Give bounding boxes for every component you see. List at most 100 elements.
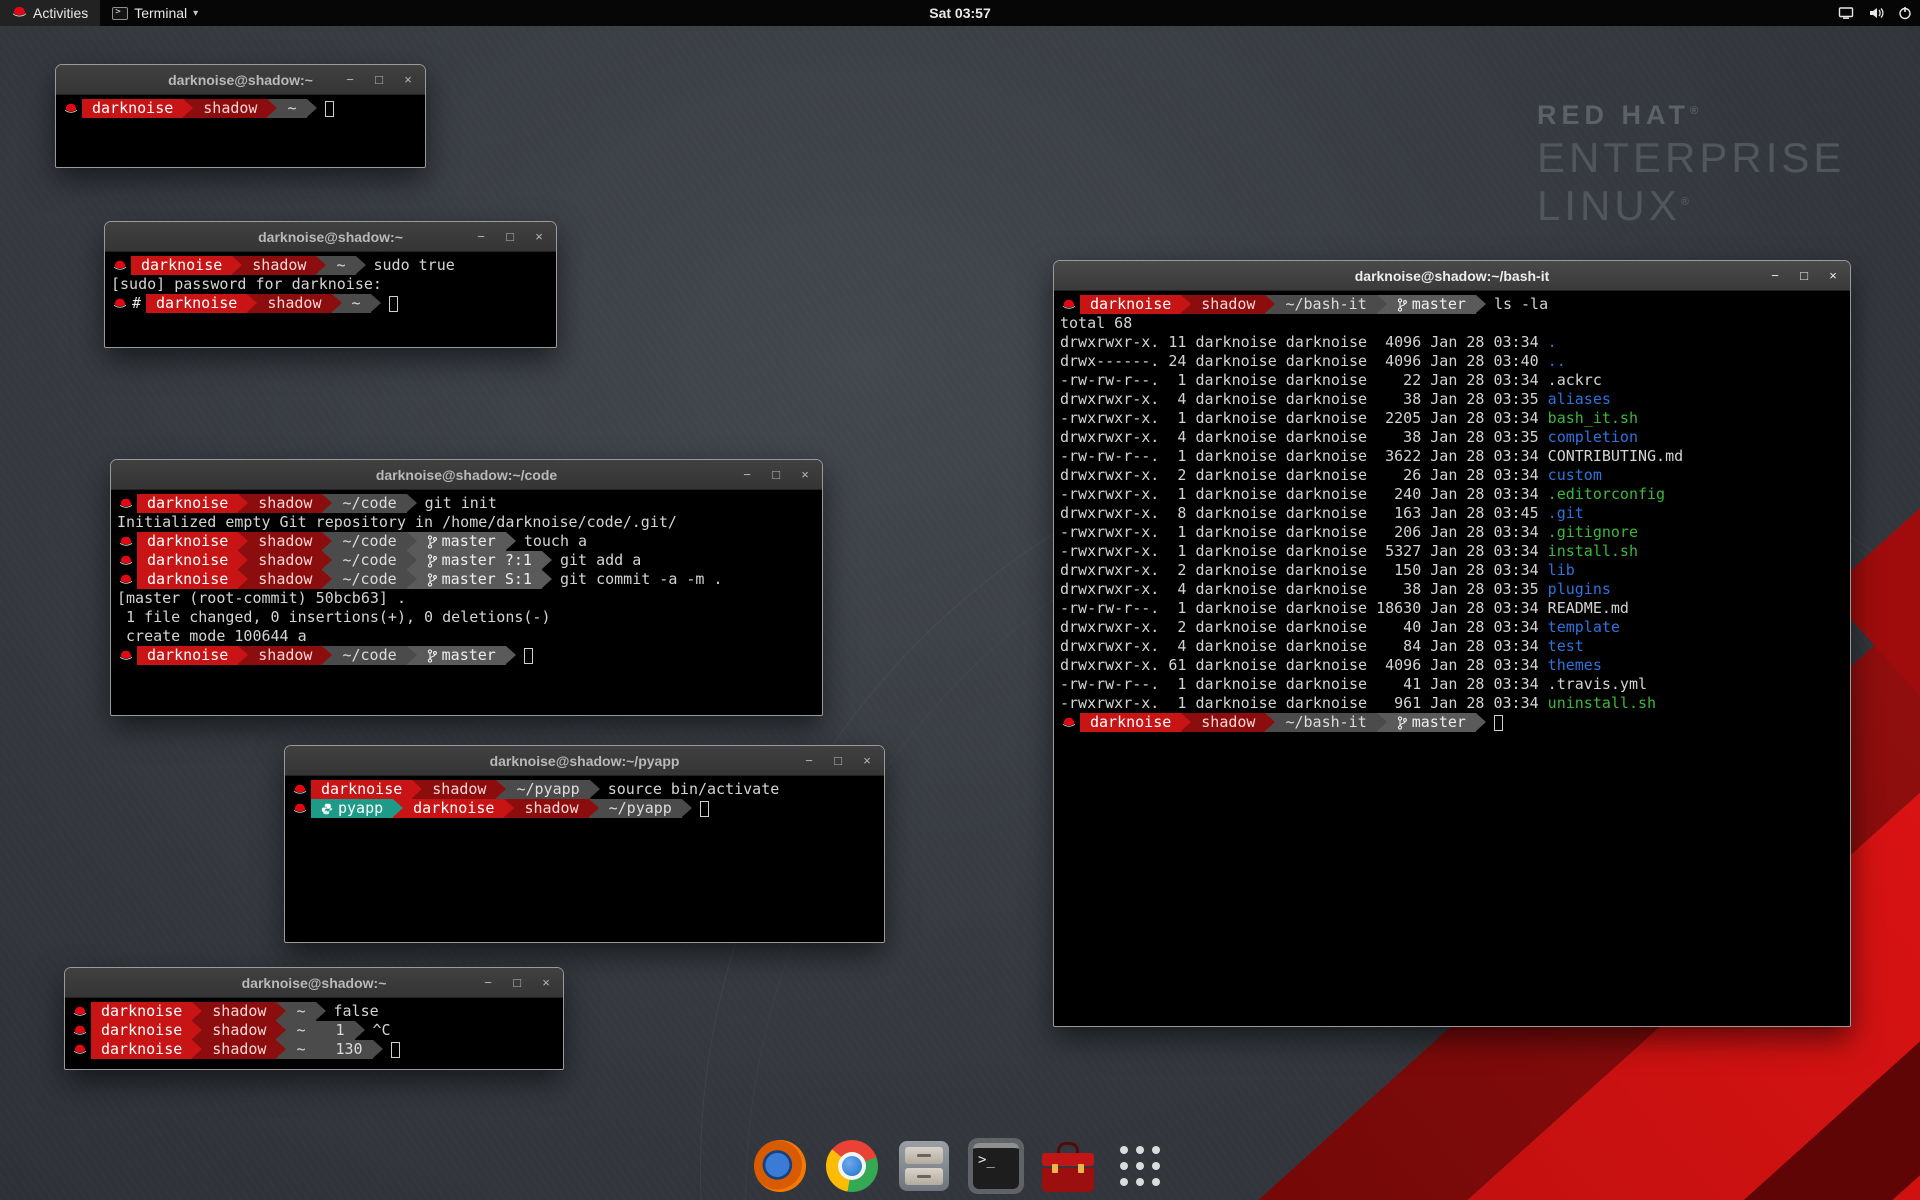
dock-chrome[interactable]	[824, 1138, 880, 1194]
minimize-button[interactable]: −	[1768, 268, 1782, 283]
redhat-prompt-icon	[1060, 299, 1077, 310]
titlebar[interactable]: darknoise@shadow:~/code−□×	[111, 460, 822, 490]
terminal-body[interactable]: darknoiseshadow~sudo true[sudo] password…	[105, 252, 556, 347]
minimize-button[interactable]: −	[343, 72, 357, 87]
prompt-segment-path: ~	[326, 256, 355, 275]
powerline-separator	[316, 1040, 326, 1059]
close-button[interactable]: ×	[401, 72, 415, 87]
dock-files[interactable]	[896, 1138, 952, 1194]
file-name: uninstall.sh	[1548, 694, 1656, 712]
powerline-separator	[247, 294, 257, 313]
titlebar[interactable]: darknoise@shadow:~/bash-it −□ ×	[1054, 261, 1850, 291]
powerline-separator	[407, 570, 417, 589]
terminal-body[interactable]: darknoiseshadow~/codegit initInitialized…	[111, 490, 822, 715]
output-line: -rwxrwxr-x. 1 darknoise darknoise 2205 J…	[1060, 409, 1844, 428]
powerline-separator	[192, 1002, 202, 1021]
file-name: custom	[1548, 466, 1602, 484]
prompt-segment-user: darknoise	[146, 294, 247, 313]
minimize-button[interactable]: −	[474, 229, 488, 244]
power-icon[interactable]	[1898, 6, 1912, 20]
dock-firefox[interactable]	[752, 1138, 808, 1194]
prompt-segment-host: shadow	[422, 780, 496, 799]
titlebar[interactable]: darknoise@shadow:~−□×	[65, 968, 563, 998]
minimize-button[interactable]: −	[481, 975, 495, 990]
prompt-segment-path: ~	[342, 294, 371, 313]
terminal-app-icon	[112, 7, 128, 20]
volume-icon[interactable]	[1868, 6, 1884, 20]
dock-app-grid[interactable]	[1112, 1138, 1168, 1194]
minimize-button[interactable]: −	[802, 753, 816, 768]
powerline-separator	[407, 532, 417, 551]
prompt-segment-git: master S:1	[417, 570, 542, 589]
output-line: -rw-rw-r--. 1 darknoise darknoise 22 Jan…	[1060, 371, 1844, 390]
prompt-line: darknoiseshadow~/codegit init	[117, 494, 816, 513]
titlebar[interactable]: darknoise@shadow:~/pyapp−□×	[285, 746, 884, 776]
prompt-line: darknoiseshadow~/codemaster S:1git commi…	[117, 570, 816, 589]
close-button[interactable]: ×	[860, 753, 874, 768]
powerline-separator	[238, 551, 248, 570]
window-title: darknoise@shadow:~/bash-it	[1355, 268, 1550, 284]
terminal-cursor	[524, 648, 533, 664]
command-text: false	[334, 1002, 379, 1021]
powerline-separator	[238, 494, 248, 513]
toolbox-icon	[1041, 1140, 1095, 1192]
terminal-body[interactable]: darknoiseshadow~/bash-itmasterls -latota…	[1054, 291, 1850, 1026]
prompt-segment-git: master ?:1	[417, 551, 542, 570]
terminal-cursor	[1494, 715, 1503, 731]
prompt-segment-path: ~/code	[332, 494, 406, 513]
top-bar: Activities Terminal ▾ Sat 03:57	[0, 0, 1920, 26]
dock-terminal[interactable]: >_	[968, 1138, 1024, 1194]
redhat-prompt-icon	[111, 260, 128, 271]
terminal-body[interactable]: darknoiseshadow~	[56, 95, 425, 167]
display-icon[interactable]	[1838, 6, 1854, 20]
minimize-button[interactable]: −	[740, 467, 754, 482]
maximize-button[interactable]: □	[831, 753, 845, 768]
system-status-area[interactable]	[1838, 0, 1912, 26]
command-text: git add a	[560, 551, 641, 570]
output-line: drwxrwxr-x. 4 darknoise darknoise 38 Jan…	[1060, 390, 1844, 409]
powerline-separator	[496, 780, 506, 799]
prompt-segment-host: shadow	[1191, 713, 1265, 732]
maximize-button[interactable]: □	[503, 229, 517, 244]
app-menu-terminal[interactable]: Terminal ▾	[100, 0, 210, 26]
prompt-segment-path: ~/pyapp	[599, 799, 682, 818]
prompt-segment-user: darknoise	[311, 780, 412, 799]
dock-toolbox[interactable]	[1040, 1138, 1096, 1194]
maximize-button[interactable]: □	[1797, 268, 1811, 283]
close-button[interactable]: ×	[532, 229, 546, 244]
terminal-cursor	[389, 296, 398, 312]
powerline-separator	[504, 799, 514, 818]
output-line: total 68	[1060, 314, 1844, 333]
prompt-segment-user: darknoise	[137, 532, 238, 551]
window-controls: −□ ×	[802, 746, 874, 775]
powerline-separator	[1476, 713, 1486, 732]
prompt-segment-host: shadow	[248, 551, 322, 570]
close-button[interactable]: ×	[1826, 268, 1840, 283]
file-name: template	[1548, 618, 1620, 636]
prompt-line: darknoiseshadow~/codemaster	[117, 646, 816, 665]
output-line: -rw-rw-r--. 1 darknoise darknoise 18630 …	[1060, 599, 1844, 618]
prompt-segment-path: ~/bash-it	[1275, 713, 1376, 732]
maximize-button[interactable]: □	[372, 72, 386, 87]
powerline-separator	[183, 99, 193, 118]
clock[interactable]: Sat 03:57	[929, 5, 990, 21]
activities-button[interactable]: Activities	[0, 0, 100, 26]
prompt-segment-user: darknoise	[91, 1002, 192, 1021]
maximize-button[interactable]: □	[510, 975, 524, 990]
powerline-separator	[1181, 295, 1191, 314]
output-line: -rw-rw-r--. 1 darknoise darknoise 3622 J…	[1060, 447, 1844, 466]
terminal-window-4: darknoise@shadow:~/pyapp−□×darknoiseshad…	[284, 745, 885, 943]
terminal-body[interactable]: darknoiseshadow~/pyappsource bin/activat…	[285, 776, 884, 942]
window-controls: −□ ×	[474, 222, 546, 251]
close-button[interactable]: ×	[539, 975, 553, 990]
terminal-window-6: darknoise@shadow:~/bash-it−□×darknoisesh…	[1053, 260, 1851, 1027]
powerline-separator	[316, 256, 326, 275]
terminal-body[interactable]: darknoiseshadow~falsedarknoiseshadow~1^C…	[65, 998, 563, 1069]
titlebar[interactable]: darknoise@shadow:~−□×	[105, 222, 556, 252]
git-branch-icon	[1397, 298, 1407, 312]
powerline-separator	[276, 1002, 286, 1021]
powerline-separator	[589, 799, 599, 818]
maximize-button[interactable]: □	[769, 467, 783, 482]
close-button[interactable]: ×	[798, 467, 812, 482]
titlebar[interactable]: darknoise@shadow:~−□×	[56, 65, 425, 95]
